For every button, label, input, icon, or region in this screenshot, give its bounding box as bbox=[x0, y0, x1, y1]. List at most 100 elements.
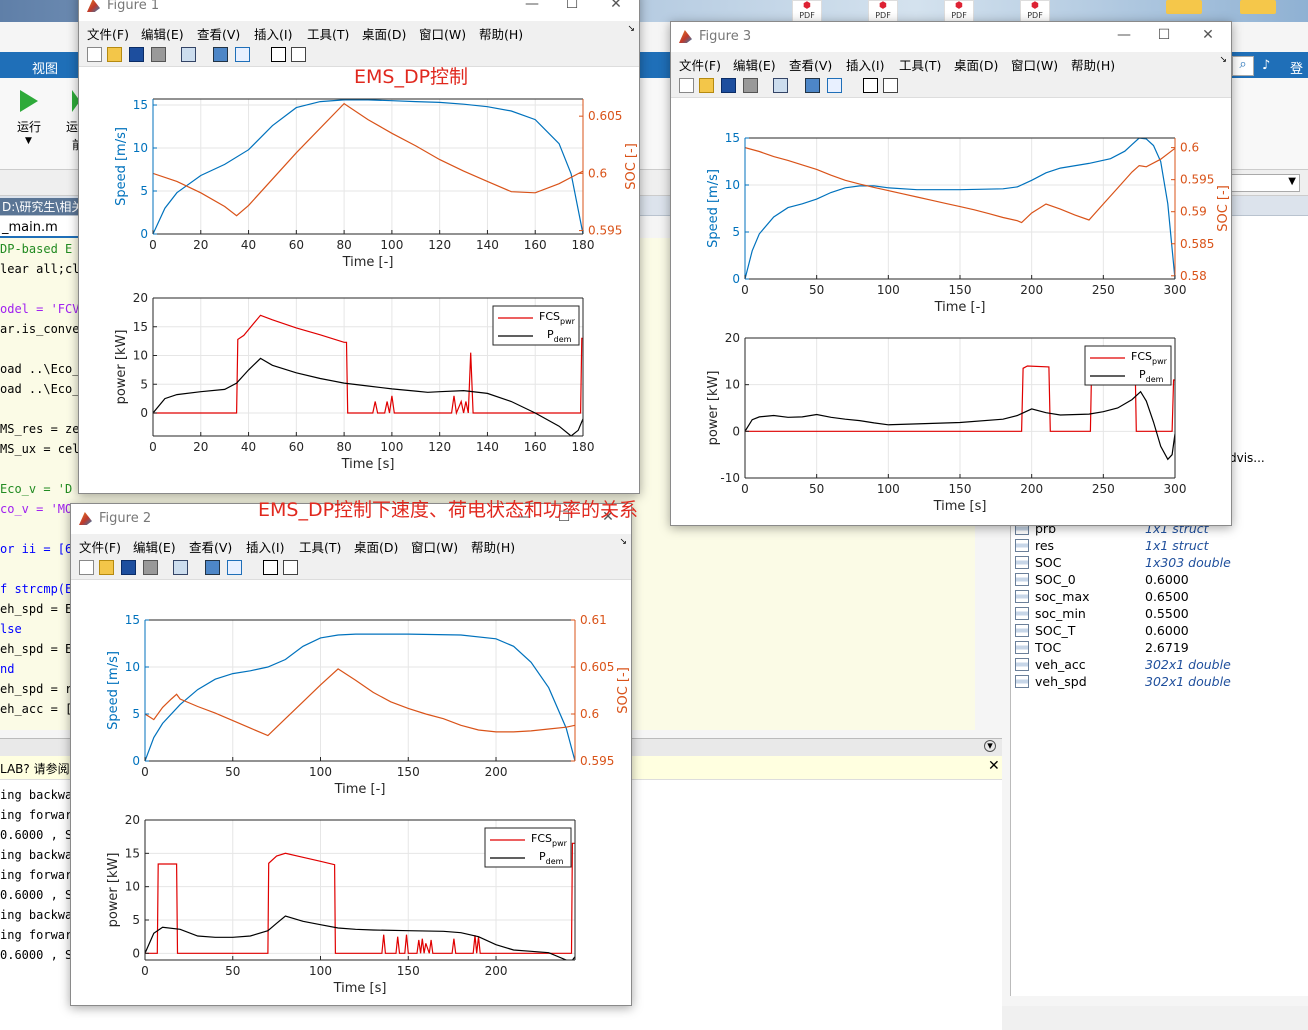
chevron-down-icon[interactable]: ▾ bbox=[984, 740, 996, 752]
menu-item[interactable]: 查看(V) bbox=[189, 537, 232, 556]
pointer-icon[interactable] bbox=[263, 560, 278, 575]
figure-titlebar[interactable]: Figure 3 — ☐ ✕ bbox=[671, 22, 1231, 52]
x-tick-label: 180 bbox=[572, 440, 595, 454]
figure-titlebar[interactable]: Figure 1 — ☐ ✕ bbox=[79, 0, 639, 21]
tab-view[interactable]: 视图 bbox=[32, 58, 58, 77]
y-tick-label: 5 bbox=[132, 913, 140, 927]
current-folder-path[interactable]: D:\研究生\相关 bbox=[0, 198, 86, 215]
variable-name: SOC_T bbox=[1035, 623, 1076, 638]
legend-icon[interactable] bbox=[235, 47, 250, 62]
link-icon[interactable] bbox=[181, 47, 196, 62]
workspace-variable-row[interactable]: TOC 2.6719 bbox=[1015, 639, 1305, 656]
workspace-variable-row[interactable]: soc_min 0.5500 bbox=[1015, 605, 1305, 622]
close-icon[interactable]: ✕ bbox=[988, 758, 1000, 774]
colorbar-icon[interactable] bbox=[213, 47, 228, 62]
workspace-variable-row[interactable]: SOC 1x303 double bbox=[1015, 554, 1305, 571]
close-icon[interactable]: ✕ bbox=[1197, 27, 1219, 43]
print-icon[interactable] bbox=[143, 560, 158, 575]
menu-item[interactable]: 帮助(H) bbox=[1071, 55, 1115, 74]
dock-arrow-icon[interactable]: ↘ bbox=[1219, 55, 1227, 65]
close-icon[interactable]: ✕ bbox=[605, 0, 627, 12]
pdf-file-icon[interactable]: ⬢ PDF bbox=[792, 0, 822, 22]
menu-item[interactable]: 文件(F) bbox=[679, 55, 721, 74]
chevron-down-icon[interactable]: ▼ bbox=[25, 136, 32, 146]
open-folder-icon[interactable] bbox=[99, 560, 114, 575]
search-icon[interactable]: ⌕ bbox=[1232, 56, 1254, 76]
menu-item[interactable]: 窗口(W) bbox=[419, 24, 466, 43]
colorbar-icon[interactable] bbox=[805, 78, 820, 93]
run-button-label[interactable]: 运行 bbox=[17, 118, 41, 135]
workspace-variable-row[interactable]: soc_max 0.6500 bbox=[1015, 588, 1305, 605]
property-editor-icon[interactable] bbox=[883, 78, 898, 93]
pdf-file-icon[interactable]: ⬢ PDF bbox=[1020, 0, 1050, 22]
save-icon[interactable] bbox=[721, 78, 736, 93]
maximize-icon[interactable]: ☐ bbox=[561, 0, 583, 12]
menu-item[interactable]: 窗口(W) bbox=[1011, 55, 1058, 74]
menu-item[interactable]: 插入(I) bbox=[254, 24, 292, 43]
menu-item[interactable]: 工具(T) bbox=[307, 24, 349, 43]
new-file-icon[interactable] bbox=[679, 78, 694, 93]
menu-item[interactable]: 桌面(D) bbox=[354, 537, 398, 556]
figure-window-2[interactable]: Figure 2— ☐ ✕ 文件(F) 编辑(E) 查看(V) 插入(I) 工具(T) 桌面(D… bbox=[70, 503, 632, 1006]
workspace-variable-row[interactable]: res 1x1 struct bbox=[1015, 537, 1305, 554]
link-icon[interactable] bbox=[773, 78, 788, 93]
editor-file-tab[interactable]: _main.m bbox=[0, 216, 80, 238]
menu-item[interactable]: 窗口(W) bbox=[411, 537, 458, 556]
menu-item[interactable]: 工具(T) bbox=[899, 55, 941, 74]
legend-icon[interactable] bbox=[827, 78, 842, 93]
minimize-icon[interactable]: — bbox=[521, 0, 543, 12]
new-file-icon[interactable] bbox=[87, 47, 102, 62]
menu-item[interactable]: 帮助(H) bbox=[471, 537, 515, 556]
bell-icon[interactable]: ♪ bbox=[1262, 58, 1270, 73]
x-tick-label: 0 bbox=[141, 765, 149, 779]
menu-item[interactable]: 帮助(H) bbox=[479, 24, 523, 43]
pointer-icon[interactable] bbox=[863, 78, 878, 93]
menu-item[interactable]: 查看(V) bbox=[197, 24, 240, 43]
minimize-icon[interactable]: — bbox=[1113, 27, 1135, 43]
print-icon[interactable] bbox=[743, 78, 758, 93]
pdf-file-icon[interactable]: ⬢ PDF bbox=[944, 0, 974, 22]
menu-item[interactable]: 文件(F) bbox=[79, 537, 121, 556]
dock-arrow-icon[interactable]: ↘ bbox=[619, 537, 627, 547]
colorbar-icon[interactable] bbox=[205, 560, 220, 575]
workspace-variable-row[interactable]: veh_acc 302x1 double bbox=[1015, 656, 1305, 673]
menu-item[interactable]: 插入(I) bbox=[246, 537, 284, 556]
x-axis-label: Time [-] bbox=[334, 782, 386, 797]
save-icon[interactable] bbox=[121, 560, 136, 575]
dock-arrow-icon[interactable]: ↘ bbox=[627, 24, 635, 34]
workspace-variable-row[interactable]: SOC_0 0.6000 bbox=[1015, 571, 1305, 588]
x-tick-label: 150 bbox=[397, 964, 420, 978]
maximize-icon[interactable]: ☐ bbox=[1153, 27, 1175, 43]
menu-item[interactable]: 桌面(D) bbox=[362, 24, 406, 43]
link-icon[interactable] bbox=[173, 560, 188, 575]
property-editor-icon[interactable] bbox=[291, 47, 306, 62]
y-tick-label: 20 bbox=[133, 291, 148, 305]
menu-item[interactable]: 查看(V) bbox=[789, 55, 832, 74]
open-folder-icon[interactable] bbox=[699, 78, 714, 93]
property-editor-icon[interactable] bbox=[283, 560, 298, 575]
new-file-icon[interactable] bbox=[79, 560, 94, 575]
folder-icon[interactable] bbox=[1166, 0, 1202, 14]
workspace-variable-row[interactable]: SOC_T 0.6000 bbox=[1015, 622, 1305, 639]
save-icon[interactable] bbox=[129, 47, 144, 62]
menu-item[interactable]: 编辑(E) bbox=[133, 537, 176, 556]
workspace-variable-row[interactable]: veh_spd 302x1 double bbox=[1015, 673, 1305, 690]
menu-item[interactable]: 工具(T) bbox=[299, 537, 341, 556]
run-advance-label[interactable]: 运 bbox=[66, 118, 78, 135]
print-icon[interactable] bbox=[151, 47, 166, 62]
menu-item[interactable]: 桌面(D) bbox=[954, 55, 998, 74]
menu-item[interactable]: 编辑(E) bbox=[733, 55, 776, 74]
folder-dropdown[interactable]: ▼ bbox=[1230, 174, 1300, 192]
pointer-icon[interactable] bbox=[271, 47, 286, 62]
x-tick-label: 100 bbox=[309, 964, 332, 978]
pdf-file-icon[interactable]: ⬢ PDF bbox=[868, 0, 898, 22]
run-icon[interactable] bbox=[20, 90, 38, 112]
menu-item[interactable]: 文件(F) bbox=[87, 24, 129, 43]
menu-item[interactable]: 插入(I) bbox=[846, 55, 884, 74]
legend-icon[interactable] bbox=[227, 560, 242, 575]
folder-icon[interactable] bbox=[1240, 0, 1276, 14]
open-folder-icon[interactable] bbox=[107, 47, 122, 62]
figure-window-3[interactable]: Figure 3 — ☐ ✕ 文件(F) 编辑(E) 查看(V) 插入(I) 工具(T) 桌面(D… bbox=[670, 21, 1232, 526]
menu-item[interactable]: 编辑(E) bbox=[141, 24, 184, 43]
login-button[interactable]: 登 bbox=[1290, 58, 1303, 77]
